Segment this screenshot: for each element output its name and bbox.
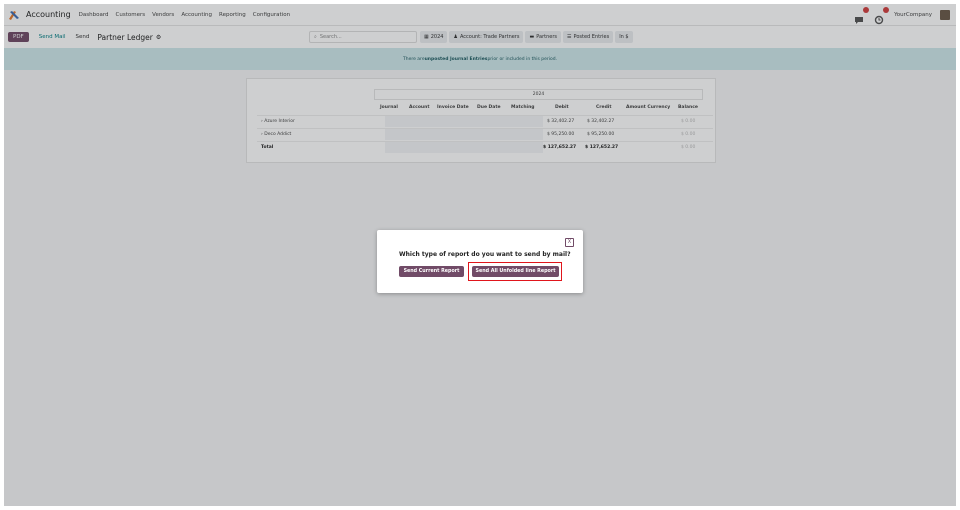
send-current-report-button[interactable]: Send Current Report (399, 266, 464, 277)
send-mail-dialog: X Which type of report do you want to se… (377, 230, 583, 293)
highlight-box (468, 262, 562, 281)
dialog-question: Which type of report do you want to send… (399, 251, 571, 258)
app-window: Accounting Dashboard Customers Vendors A… (4, 4, 956, 506)
close-icon[interactable]: X (565, 238, 574, 247)
